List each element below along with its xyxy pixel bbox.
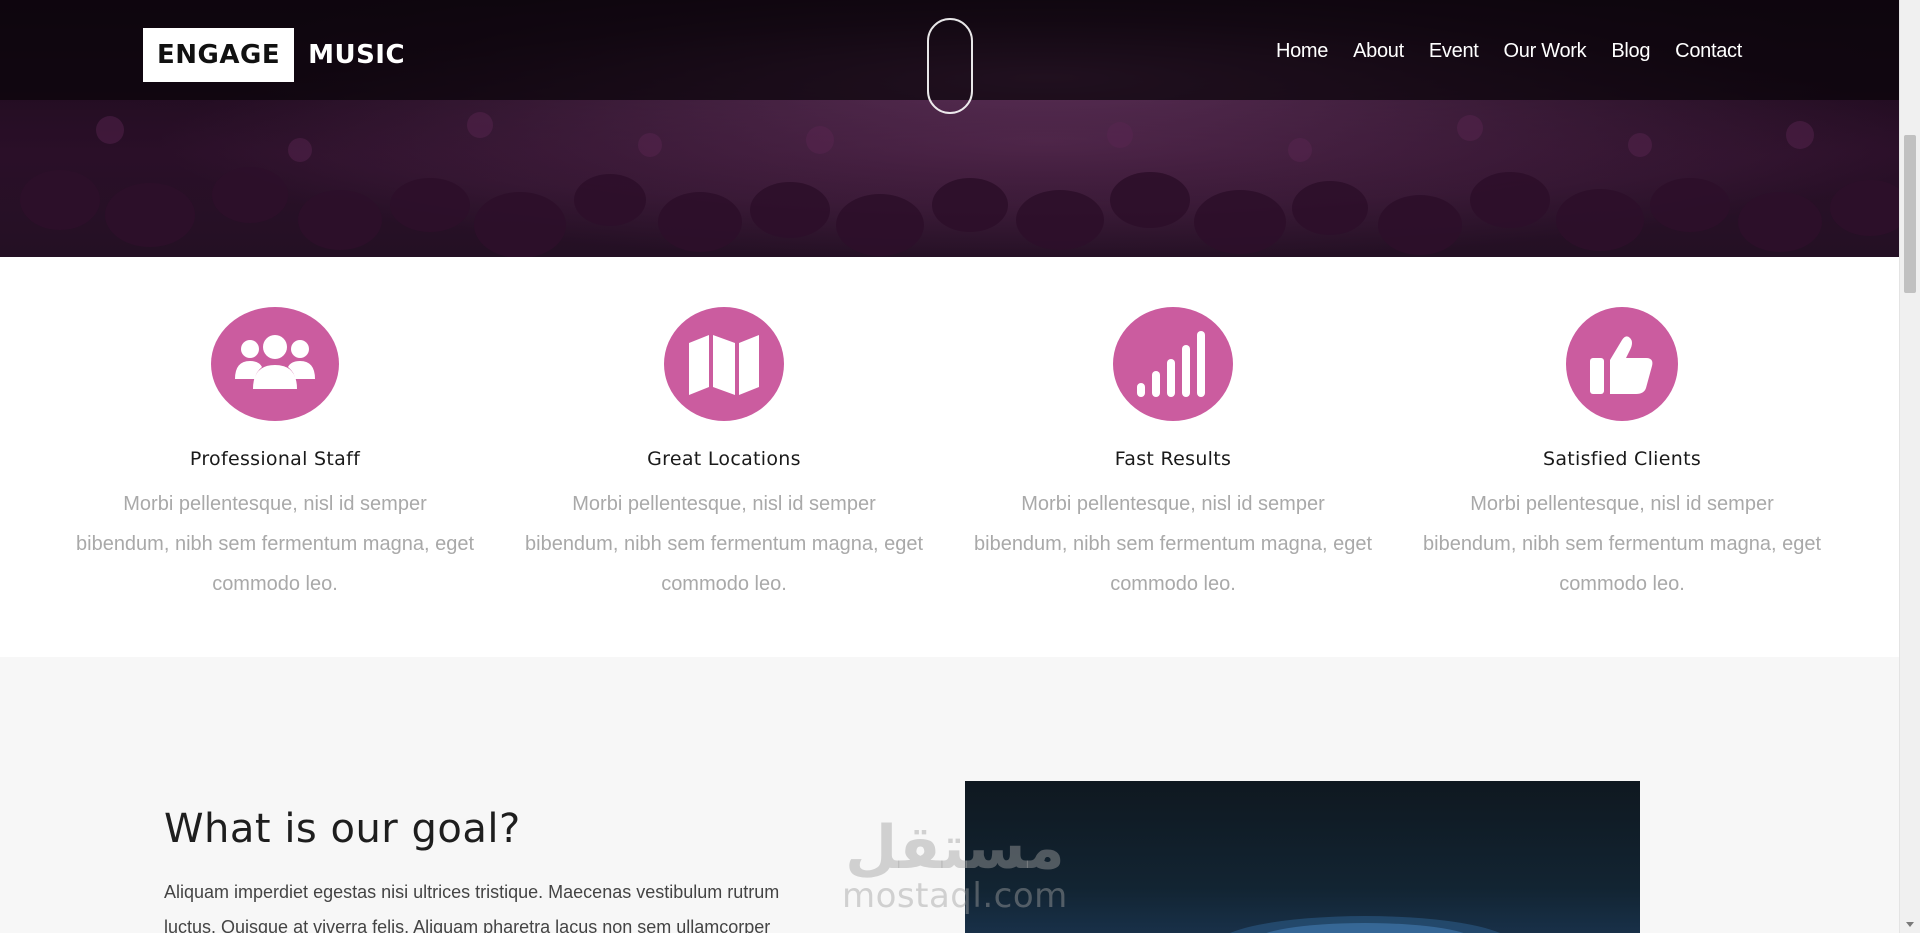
feature-icon-circle	[664, 307, 784, 421]
scroll-indicator-pill	[927, 18, 973, 114]
goal-heading: What is our goal?	[164, 806, 521, 852]
users-icon	[235, 335, 315, 389]
goal-paragraph: Aliquam imperdiet egestas nisi ultrices …	[164, 882, 780, 933]
signal-bars-icon	[1137, 331, 1205, 397]
feature-title: Fast Results	[1114, 448, 1232, 470]
feature-description: Morbi pellentesque, nisl id semper biben…	[1423, 493, 1821, 595]
main-nav: Home About Event Our Work Blog Contact	[1276, 40, 1742, 63]
watermark-logo: مستقل mostaql.com	[842, 818, 1068, 914]
feature-description: Morbi pellentesque, nisl id semper biben…	[525, 493, 923, 595]
logo-word-engage: ENGAGE	[143, 28, 295, 82]
page-scrollbar[interactable]	[1899, 0, 1920, 933]
watermark-latin-text: mostaql.com	[842, 876, 1068, 916]
scrollbar-thumb[interactable]	[1904, 135, 1916, 293]
logo-word-music: MUSIC	[308, 40, 406, 70]
site-logo[interactable]: ENGAGE MUSIC	[143, 28, 419, 82]
feature-icon-circle	[1113, 307, 1233, 421]
feature-card: Professional Staff Morbi pellentesque, n…	[75, 257, 475, 604]
map-icon	[689, 335, 759, 395]
nav-item-contact[interactable]: Contact	[1675, 40, 1742, 63]
feature-icon-circle	[211, 307, 339, 421]
hero-banner: ENGAGE MUSIC Home About Event Our Work B…	[0, 0, 1899, 257]
scroll-down-arrow-icon[interactable]	[1906, 922, 1914, 927]
nav-item-about[interactable]: About	[1353, 40, 1404, 63]
feature-card: Satisfied Clients Morbi pellentesque, ni…	[1422, 257, 1822, 604]
thumbs-up-icon	[1590, 336, 1653, 394]
feature-card: Fast Results Morbi pellentesque, nisl id…	[973, 257, 1373, 604]
nav-item-our-work[interactable]: Our Work	[1504, 40, 1587, 63]
nav-item-event[interactable]: Event	[1429, 40, 1479, 63]
feature-description: Morbi pellentesque, nisl id semper biben…	[974, 493, 1372, 595]
feature-title: Professional Staff	[189, 448, 361, 470]
feature-icon-circle	[1566, 307, 1678, 421]
features-section: Professional Staff Morbi pellentesque, n…	[0, 257, 1899, 657]
feature-title: Great Locations	[647, 448, 801, 470]
feature-card: Great Locations Morbi pellentesque, nisl…	[524, 257, 924, 604]
watermark-arabic-text: مستقل	[845, 813, 1065, 883]
nav-item-home[interactable]: Home	[1276, 40, 1328, 63]
feature-title: Satisfied Clients	[1542, 448, 1702, 470]
top-navbar: ENGAGE MUSIC Home About Event Our Work B…	[0, 0, 1899, 114]
nav-item-blog[interactable]: Blog	[1611, 40, 1650, 63]
feature-description: Morbi pellentesque, nisl id semper biben…	[76, 493, 474, 595]
